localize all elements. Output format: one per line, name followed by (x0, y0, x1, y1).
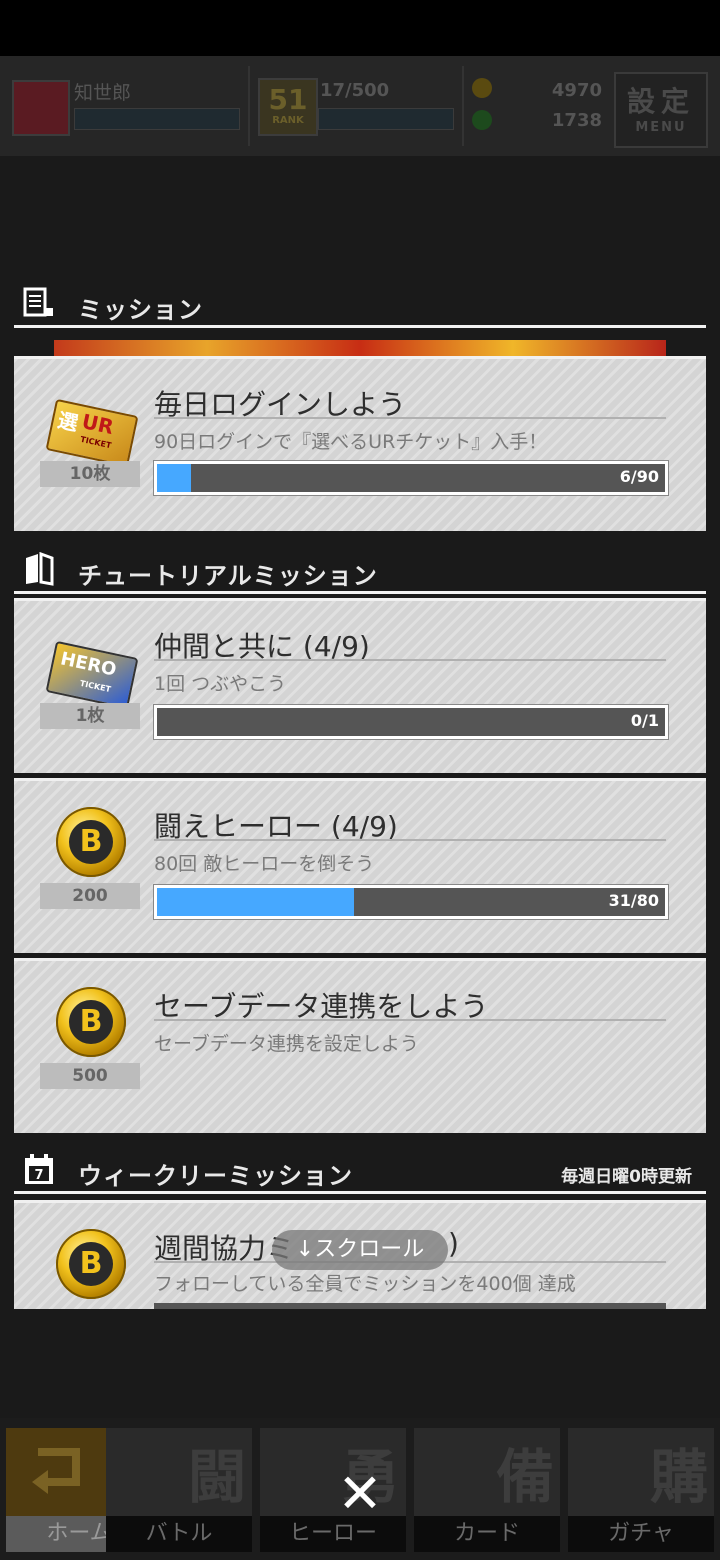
home-return-icon (32, 1448, 80, 1494)
rank-badge: 51 RANK (258, 78, 318, 136)
header-divider (462, 66, 464, 146)
mission-progress-bar: 0/1 (154, 705, 668, 739)
mission-progress-bar: 6/90 (154, 461, 668, 495)
reward-count: 500 (40, 1063, 140, 1089)
nav-hero-label: ヒーロー (260, 1516, 406, 1552)
document-icon (23, 287, 53, 317)
mission-title-underline (154, 417, 666, 419)
nav-gacha-kanji: 購 (649, 1443, 708, 1511)
mission-title-underline (154, 839, 666, 841)
mission-title-underline (154, 1019, 666, 1021)
nav-gacha[interactable]: 購 ガチャ (568, 1428, 714, 1552)
section-divider (14, 591, 706, 594)
mission-progress-bar: 31/80 (154, 885, 668, 919)
section-divider (14, 1191, 706, 1194)
progress-fill (157, 464, 191, 492)
exp-value: 17/500 (320, 80, 390, 101)
settings-menu-button[interactable]: 設定 MENU (614, 72, 708, 148)
mission-card-friends[interactable]: HERO TICKET 1枚 仲間と共に (4/9) 1回 つぶやこう 0/1 (14, 598, 706, 773)
coin-icon: B (56, 807, 126, 877)
close-icon[interactable]: ✕ (336, 1464, 384, 1524)
mission-description: 1回 つぶやこう (154, 673, 287, 695)
section-weekly-header: 7 ウィークリーミッション 毎週日曜0時更新 (14, 1146, 706, 1194)
weekly-reset-note: 毎週日曜0時更新 (561, 1167, 692, 1187)
mission-description: セーブデータ連携を設定しよう (154, 1033, 419, 1055)
mission-card-fight-hero[interactable]: B 200 闘えヒーロー (4/9) 80回 敵ヒーローを倒そう 31/80 (14, 778, 706, 953)
gold-coin-icon (472, 78, 492, 98)
mission-description: 80回 敵ヒーローを倒そう (154, 853, 375, 875)
mission-description: 90日ログインで『選べるURチケット』入手！ (154, 431, 548, 453)
reward-count: 200 (40, 883, 140, 909)
player-level-bar (74, 108, 240, 130)
section-mission-title: ミッション (78, 296, 203, 324)
player-name: 知世郎 (74, 82, 132, 104)
player-avatar (12, 80, 70, 136)
currency-green: 1738 (551, 110, 602, 131)
mission-title-tail: ) (448, 1227, 459, 1260)
section-weekly-title: ウィークリーミッション (78, 1162, 353, 1190)
progress-text: 6/90 (619, 467, 659, 486)
section-divider (14, 325, 706, 328)
mission-card-save-data[interactable]: B 500 セーブデータ連携をしよう セーブデータ連携を設定しよう (14, 958, 706, 1133)
section-tutorial-header: チュートリアルミッション (14, 546, 706, 594)
book-icon (26, 552, 54, 586)
progress-fill (157, 888, 354, 916)
progress-text: 31/80 (608, 891, 659, 910)
rank-number: 51 (268, 83, 308, 116)
player-header: 知世郎 51 RANK 17/500 4970 1738 設定 MENU (0, 56, 720, 156)
ur-ticket-icon: 選 UR TICKET (45, 398, 139, 468)
mission-description: フォローしている全員でミッションを400個 達成 (154, 1273, 576, 1295)
status-bar (0, 0, 720, 56)
reward-count: 10枚 (40, 461, 140, 487)
nav-card-kanji: 備 (495, 1443, 554, 1511)
mission-progress-bar-partial (154, 1303, 666, 1309)
mission-card-daily-login[interactable]: 選 UR TICKET 10枚 毎日ログインしよう 90日ログインで『選べるUR… (14, 356, 706, 531)
coin-icon: B (56, 1229, 126, 1299)
currency-gold: 4970 (551, 80, 602, 101)
scroll-hint: ↓スクロール (272, 1230, 448, 1270)
svg-text:7: 7 (34, 1168, 43, 1183)
progress-text: 0/1 (630, 711, 659, 730)
rank-label: RANK (272, 115, 304, 126)
nav-card[interactable]: 備 カード (414, 1428, 560, 1552)
calendar-icon: 7 (25, 1154, 53, 1184)
section-mission-header: ミッション (14, 280, 706, 328)
nav-battle-kanji: 闘 (187, 1443, 246, 1511)
header-divider (248, 66, 250, 146)
menu-label: MENU (635, 120, 687, 135)
coin-icon: B (56, 987, 126, 1057)
nav-gacha-label: ガチャ (568, 1516, 714, 1552)
section-tutorial-title: チュートリアルミッション (78, 562, 378, 590)
nav-hero[interactable]: 勇 ヒーロー (260, 1428, 406, 1552)
exp-bar (318, 108, 454, 130)
menu-kanji: 設定 (626, 85, 695, 118)
nav-battle[interactable]: 闘 バトル (106, 1428, 252, 1552)
hero-ticket-icon: HERO TICKET (45, 640, 139, 710)
nav-card-label: カード (414, 1516, 560, 1552)
event-banner[interactable] (54, 340, 666, 356)
nav-battle-label: バトル (106, 1516, 252, 1552)
green-coin-icon (472, 110, 492, 130)
reward-count: 1枚 (40, 703, 140, 729)
mission-title-underline (154, 659, 666, 661)
